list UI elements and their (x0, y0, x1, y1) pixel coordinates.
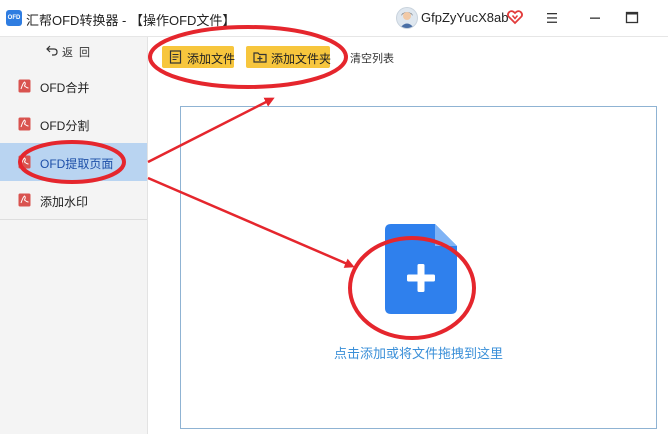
add-file-button[interactable]: 添加文件 (162, 46, 236, 68)
minimize-icon[interactable] (585, 8, 605, 28)
ofd-logo-icon: OFD (6, 10, 22, 26)
add-folder-label: 添加文件夹 (271, 52, 332, 66)
sidebar-item-add-watermark[interactable]: 添加水印 (0, 181, 147, 220)
maximize-icon[interactable] (622, 8, 642, 28)
sidebar-item-label: 添加水印 (40, 195, 89, 209)
back-label: 返回 (62, 47, 96, 59)
sidebar: 返回 OFD合并 OFD分割 OFD提取页面 添加水印 (0, 37, 148, 434)
back-button[interactable]: 返回 (0, 37, 147, 65)
title-bar: OFD 汇帮OFD转换器 - 【操作OFD文件】 GfpZyYucX8ab (0, 0, 668, 37)
file-plus-icon[interactable] (385, 224, 457, 314)
user-avatar-icon[interactable] (396, 7, 418, 29)
sidebar-item-ofd-extract-pages[interactable]: OFD提取页面 (0, 143, 147, 181)
sidebar-item-ofd-merge[interactable]: OFD合并 (0, 67, 147, 105)
sidebar-item-label: OFD分割 (40, 119, 90, 133)
pdf-icon (18, 193, 31, 207)
vip-heart-icon[interactable] (507, 9, 523, 25)
add-file-label: 添加文件 (187, 52, 236, 66)
hamburger-menu-icon[interactable] (542, 8, 562, 28)
sidebar-item-ofd-split[interactable]: OFD分割 (0, 105, 147, 143)
window-title: 汇帮OFD转换器 - 【操作OFD文件】 (26, 13, 236, 28)
sidebar-item-label: OFD合并 (40, 81, 90, 95)
pdf-icon (18, 155, 31, 169)
clear-list-button[interactable]: 清空列表 (350, 50, 394, 66)
drop-zone-hint: 点击添加或将文件拖拽到这里 (333, 346, 503, 361)
username[interactable]: GfpZyYucX8ab (421, 10, 508, 25)
back-arrow-icon (46, 45, 58, 56)
pdf-icon (18, 79, 31, 93)
add-file-icon (169, 50, 182, 64)
add-folder-button[interactable]: 添加文件夹 (246, 46, 332, 68)
pdf-icon (18, 117, 31, 131)
sidebar-item-label: OFD提取页面 (40, 157, 114, 171)
add-folder-icon (253, 52, 267, 63)
file-drop-zone[interactable]: 点击添加或将文件拖拽到这里 (180, 106, 657, 429)
